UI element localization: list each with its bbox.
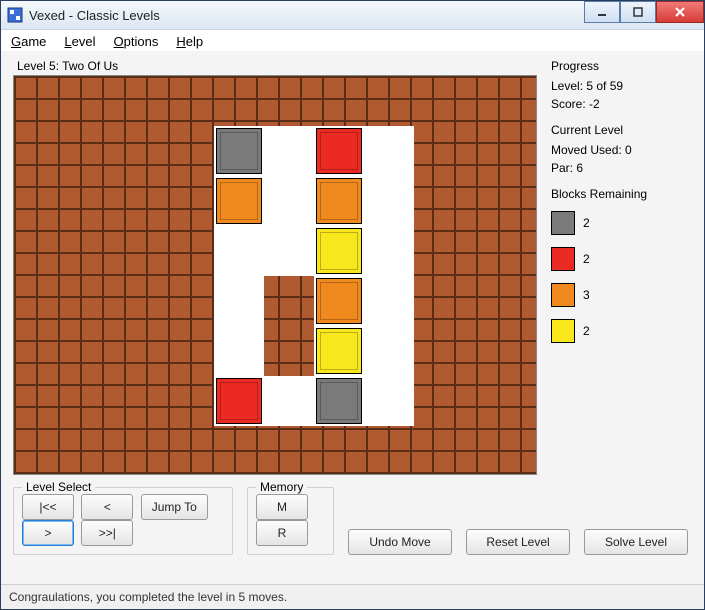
status-bar: Congraulations, you completed the level … <box>1 584 704 609</box>
solve-level-button[interactable]: Solve Level <box>584 529 688 555</box>
remaining-gray-count: 2 <box>583 216 590 230</box>
app-icon <box>7 7 23 23</box>
action-buttons: Undo Move Reset Level Solve Level <box>348 487 692 555</box>
minimize-icon <box>597 7 607 17</box>
prev-level-button[interactable]: < <box>81 494 133 520</box>
remaining-orange-count: 3 <box>583 288 590 302</box>
progress-heading: Progress <box>551 59 692 73</box>
close-button[interactable] <box>656 1 704 23</box>
jump-to-button[interactable]: Jump To <box>141 494 208 520</box>
block-orange[interactable] <box>216 178 262 224</box>
remaining-yellow-count: 2 <box>583 324 590 338</box>
client-area: Level 5: Two Of Us Progress Level: 5 of … <box>1 51 704 609</box>
status-text: Congraulations, you completed the level … <box>9 590 287 604</box>
minimize-button[interactable] <box>584 1 620 23</box>
moves-used: Moved Used: 0 <box>551 143 692 157</box>
progress-score: Score: -2 <box>551 97 692 111</box>
swatch-orange <box>551 283 575 307</box>
menu-game[interactable]: Game <box>11 34 46 49</box>
block-yellow[interactable] <box>316 228 362 274</box>
play-area <box>214 276 264 376</box>
block-red[interactable] <box>216 378 262 424</box>
titlebar: Vexed - Classic Levels <box>1 1 704 30</box>
board-section: Level 5: Two Of Us <box>13 59 543 475</box>
bottom-row: Level Select |<< < Jump To > >>| Memory … <box>13 487 692 555</box>
undo-move-button[interactable]: Undo Move <box>348 529 452 555</box>
swatch-gray <box>551 211 575 235</box>
menu-help[interactable]: Help <box>176 34 203 49</box>
memory-panel: Memory M R <box>247 487 334 555</box>
swatch-yellow <box>551 319 575 343</box>
remaining-yellow: 2 <box>551 315 692 347</box>
next-level-button[interactable]: > <box>22 520 74 546</box>
memory-recall-button[interactable]: R <box>256 520 308 546</box>
level-select-panel: Level Select |<< < Jump To > >>| <box>13 487 233 555</box>
first-level-button[interactable]: |<< <box>22 494 74 520</box>
memory-store-button[interactable]: M <box>256 494 308 520</box>
remaining-orange: 3 <box>551 279 692 311</box>
app-window: Vexed - Classic Levels Game Level Option… <box>0 0 705 610</box>
remaining-gray: 2 <box>551 207 692 239</box>
menu-options[interactable]: Options <box>114 34 159 49</box>
game-board[interactable] <box>13 75 537 475</box>
block-orange[interactable] <box>316 178 362 224</box>
reset-level-button[interactable]: Reset Level <box>466 529 570 555</box>
block-gray[interactable] <box>216 128 262 174</box>
progress-group: Progress Level: 5 of 59 Score: -2 <box>551 59 692 111</box>
memory-heading: Memory <box>256 480 307 494</box>
menubar: Game Level Options Help <box>1 30 704 53</box>
maximize-icon <box>633 7 643 17</box>
last-level-button[interactable]: >>| <box>81 520 133 546</box>
block-red[interactable] <box>316 128 362 174</box>
upper-row: Level 5: Two Of Us Progress Level: 5 of … <box>13 59 692 475</box>
window-title: Vexed - Classic Levels <box>29 8 160 23</box>
maximize-button[interactable] <box>620 1 656 23</box>
remaining-red-count: 2 <box>583 252 590 266</box>
window-buttons <box>584 1 704 23</box>
level-select-heading: Level Select <box>22 480 95 494</box>
block-yellow[interactable] <box>316 328 362 374</box>
close-icon <box>674 7 686 17</box>
block-orange[interactable] <box>316 278 362 324</box>
block-gray[interactable] <box>316 378 362 424</box>
current-heading: Current Level <box>551 123 692 137</box>
menu-level[interactable]: Level <box>64 34 95 49</box>
level-label: Level 5: Two Of Us <box>17 59 543 73</box>
blocks-remaining-group: Blocks Remaining 2 2 3 2 <box>551 187 692 347</box>
current-level-group: Current Level Moved Used: 0 Par: 6 <box>551 123 692 175</box>
sidebar: Progress Level: 5 of 59 Score: -2 Curren… <box>551 59 692 475</box>
progress-level: Level: 5 of 59 <box>551 79 692 93</box>
swatch-red <box>551 247 575 271</box>
remaining-heading: Blocks Remaining <box>551 187 692 201</box>
par: Par: 6 <box>551 161 692 175</box>
remaining-red: 2 <box>551 243 692 275</box>
